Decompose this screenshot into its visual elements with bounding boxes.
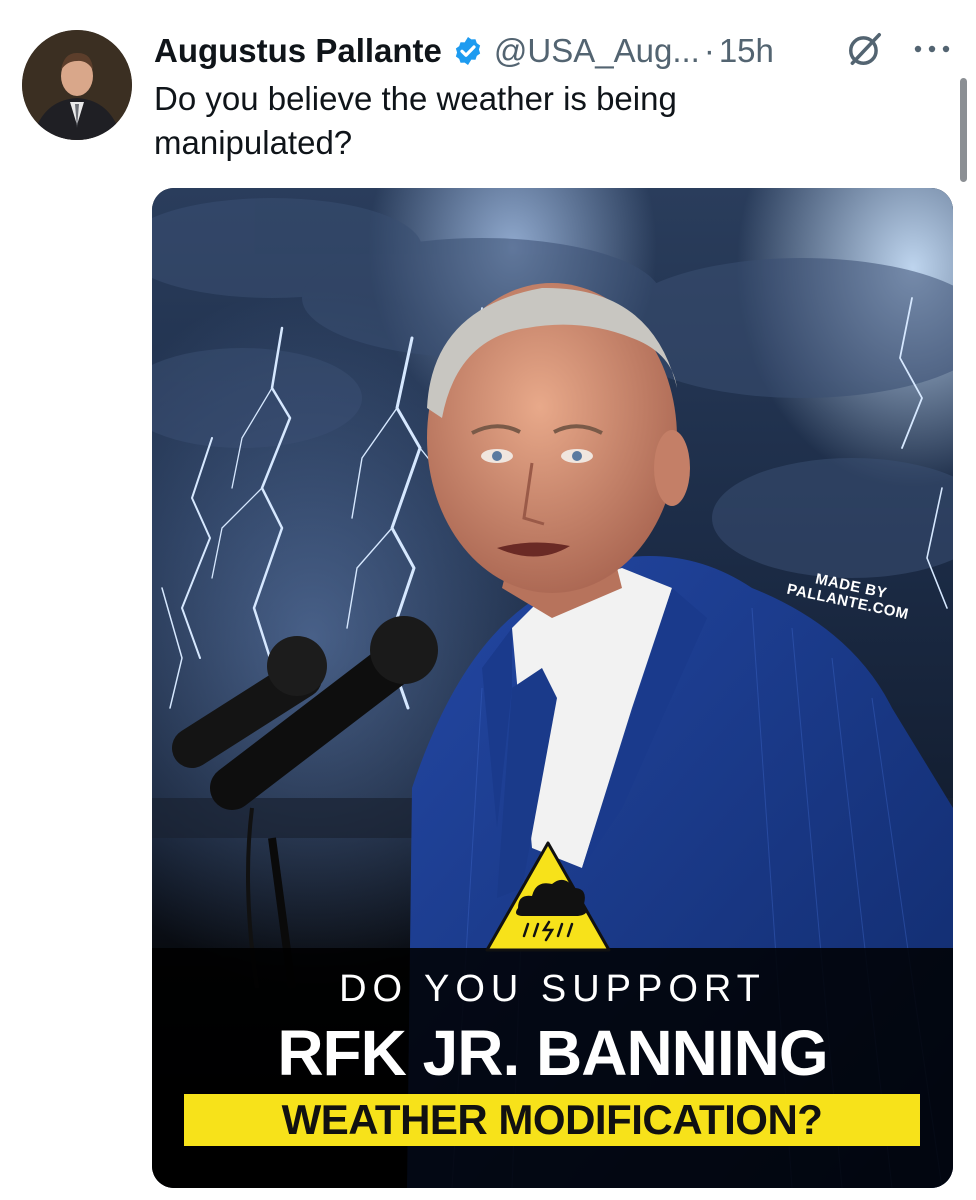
grok-icon[interactable] (846, 30, 884, 68)
tweet-text: Do you believe the weather is being mani… (154, 80, 677, 161)
separator-dot: · (703, 32, 715, 69)
poster-headline-small: DO YOU SUPPORT (339, 968, 766, 1010)
scrollbar-thumb[interactable] (960, 78, 967, 182)
author-avatar[interactable] (22, 30, 132, 140)
tweet-media-image[interactable]: MADE BY PALLANTE.COM DO YOU SUPPORT RFK … (152, 188, 953, 1188)
poster-headline-highlight: WEATHER MODIFICATION? (184, 1094, 920, 1146)
poster-headline-big: RFK JR. BANNING (277, 1017, 828, 1089)
avatar-image (22, 30, 132, 140)
verified-badge-icon (455, 37, 481, 65)
author-handle[interactable]: @USA_Aug... (494, 32, 700, 70)
author-name[interactable]: Augustus Pallante (154, 32, 442, 70)
tweet-timestamp[interactable]: 15h (719, 32, 774, 70)
more-icon[interactable] (910, 30, 954, 68)
